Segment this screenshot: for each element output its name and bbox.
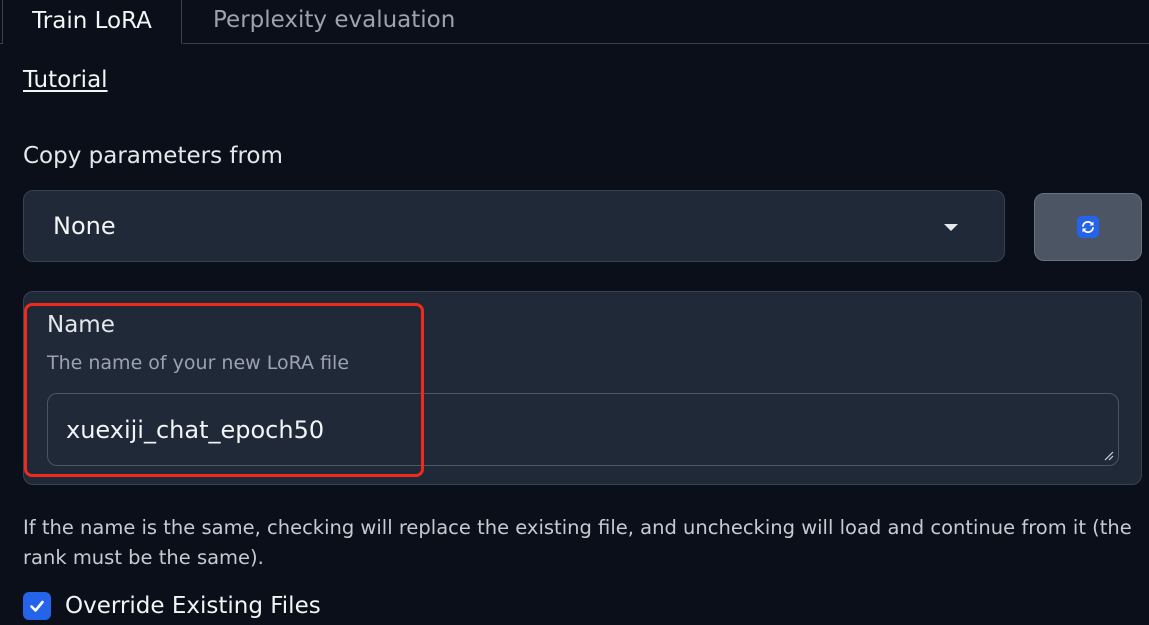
refresh-icon (1077, 216, 1099, 238)
override-checkbox[interactable] (23, 592, 51, 620)
name-label: Name (47, 312, 115, 338)
tab-bar: Train LoRA Perplexity evaluation (0, 0, 1149, 44)
tab-perplexity-evaluation[interactable]: Perplexity evaluation (213, 0, 455, 40)
override-checkbox-label: Override Existing Files (65, 593, 321, 619)
name-input-value: xuexiji_chat_epoch50 (66, 415, 325, 444)
tutorial-link[interactable]: Tutorial (23, 67, 108, 93)
copy-parameters-label: Copy parameters from (23, 143, 283, 169)
refresh-button[interactable] (1034, 193, 1142, 261)
name-field-block: Name The name of your new LoRA file xuex… (23, 291, 1142, 485)
resize-handle-icon[interactable] (1104, 451, 1114, 461)
override-help-text: If the name is the same, checking will r… (23, 516, 1132, 569)
tab-divider (183, 43, 1149, 44)
dropdown-selected-value: None (53, 212, 116, 240)
copy-parameters-dropdown[interactable]: None (23, 190, 1005, 262)
chevron-down-icon (944, 224, 958, 231)
override-existing-files-checkbox-row[interactable]: Override Existing Files (23, 590, 321, 622)
check-icon (30, 600, 44, 612)
name-info-text: The name of your new LoRA file (47, 352, 350, 374)
name-input[interactable]: xuexiji_chat_epoch50 (47, 393, 1119, 466)
tab-train-lora[interactable]: Train LoRA (2, 0, 182, 44)
